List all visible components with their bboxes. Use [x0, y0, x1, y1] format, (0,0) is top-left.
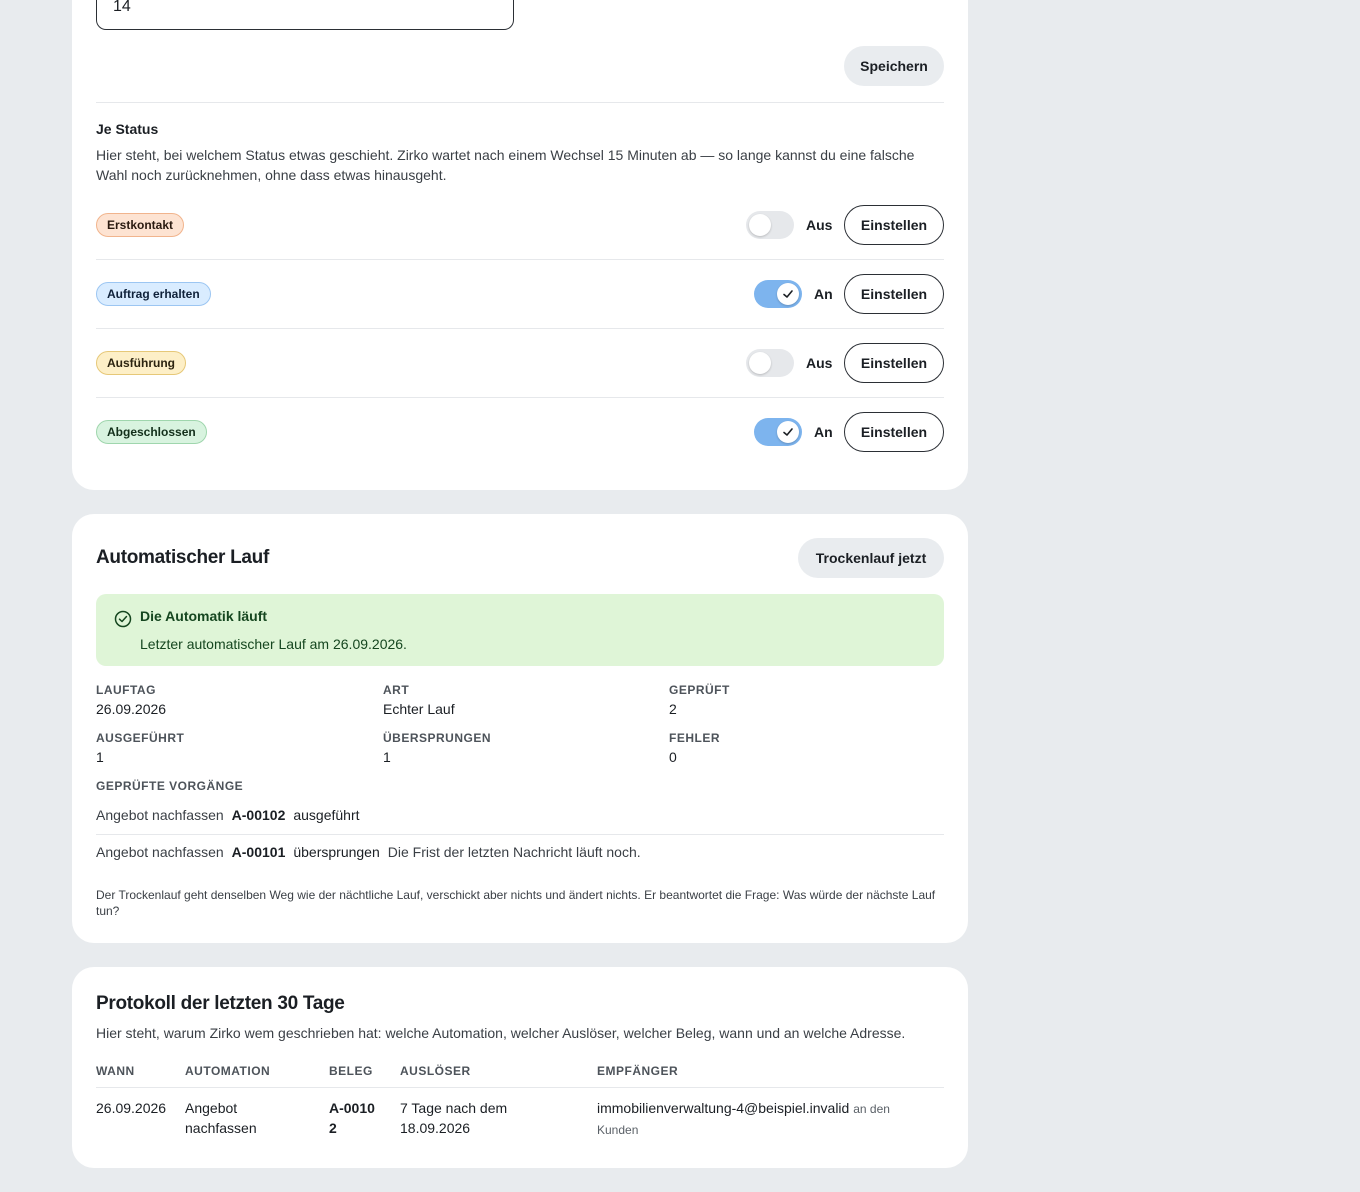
process-type: Angebot nachfassen — [96, 807, 224, 823]
column-header: AUSLÖSER — [400, 1064, 471, 1078]
process-result: übersprungen — [293, 844, 380, 860]
status-badge: Auftrag erhalten — [96, 281, 211, 306]
process-note: Die Frist der letzten Nachricht läuft no… — [387, 844, 641, 860]
section-description: Hier steht, bei welchem Status etwas ges… — [96, 147, 915, 183]
status-badge: Abgeschlossen — [96, 419, 207, 444]
configure-button[interactable]: Einstellen — [844, 411, 944, 452]
process-type: Angebot nachfassen — [96, 844, 224, 860]
cell-automation: Angebot nachfassen — [185, 1100, 257, 1136]
divider — [96, 102, 944, 103]
check-circle-icon — [114, 610, 132, 628]
column-header: EMPFÄNGER — [597, 1064, 679, 1078]
dry-run-button[interactable]: Trockenlauf jetzt — [798, 538, 944, 578]
automatic-run-card: Automatischer Lauf Trockenlauf jetzt Die… — [72, 514, 968, 943]
toggle-state-label: An — [814, 285, 833, 302]
cell-trigger: 7 Tage nach dem 18.09.2026 — [400, 1100, 508, 1136]
save-button[interactable]: Speichern — [844, 46, 944, 86]
column-header: AUTOMATION — [185, 1064, 271, 1078]
stat-label: GEPRÜFT — [669, 683, 730, 697]
stat-label: ÜBERSPRUNGEN — [383, 731, 492, 745]
list-item: Angebot nachfassen A-00101 übersprungen … — [96, 844, 944, 860]
stat-value: 1 — [383, 749, 391, 765]
section-title: Je Status — [96, 121, 159, 137]
process-id: A-00102 — [231, 807, 286, 823]
check-icon — [783, 289, 793, 298]
column-header: WANN — [96, 1064, 135, 1078]
stat-value: Echter Lauf — [383, 701, 455, 717]
stat-value: 1 — [96, 749, 104, 765]
stat-label: ART — [383, 683, 410, 697]
toggle-knob — [749, 213, 771, 236]
status-toggle[interactable] — [754, 417, 802, 446]
column-header: BELEG — [329, 1064, 373, 1078]
dry-run-footnote: Der Trockenlauf geht denselben Weg wie d… — [96, 888, 936, 918]
stat-value: 2 — [669, 701, 677, 717]
cell-document: A-00102 — [329, 1100, 375, 1136]
stat-label: LAUFTAG — [96, 683, 156, 697]
checked-processes-label: GEPRÜFTE VORGÄNGE — [96, 779, 244, 793]
cell-when: 26.09.2026 — [96, 1100, 167, 1116]
stat-value: 0 — [669, 749, 677, 765]
stat-checked: GEPRÜFT 2 — [669, 683, 730, 717]
toggle-state-label: An — [814, 423, 833, 440]
toggle-knob — [777, 420, 799, 443]
stat-skipped: ÜBERSPRUNGEN 1 — [383, 731, 491, 765]
toggle-knob — [749, 351, 771, 374]
status-alert: Die Automatik läuft Letzter automatische… — [96, 594, 944, 666]
status-row-auftrag-erhalten: Auftrag erhalten An Einstellen — [96, 259, 944, 328]
toggle-knob — [777, 282, 799, 305]
settings-card: 14 Speichern Je Status Hier steht, bei w… — [72, 0, 968, 490]
divider — [96, 1087, 944, 1088]
section-title: Protokoll der letzten 30 Tage — [96, 993, 345, 1014]
days-input[interactable]: 14 — [96, 0, 514, 30]
status-badge: Ausführung — [96, 350, 186, 375]
stat-errors: FEHLER 0 — [669, 731, 720, 765]
section-description: Hier steht, warum Zirko wem geschrieben … — [96, 1025, 906, 1041]
alert-text: Letzter automatischer Lauf am 26.09.2026… — [140, 636, 407, 652]
status-toggle[interactable] — [746, 210, 794, 239]
status-row-ausfuehrung: Ausführung Aus Einstellen — [96, 328, 944, 397]
protocol-card: Protokoll der letzten 30 Tage Hier steht… — [72, 967, 968, 1168]
toggle-state-label: Aus — [806, 216, 833, 233]
configure-button[interactable]: Einstellen — [844, 273, 944, 314]
stat-label: AUSGEFÜHRT — [96, 731, 185, 745]
alert-title: Die Automatik läuft — [140, 608, 268, 624]
stat-label: FEHLER — [669, 731, 720, 745]
process-result: ausgeführt — [293, 807, 360, 823]
stat-kind: ART Echter Lauf — [383, 683, 455, 717]
configure-button[interactable]: Einstellen — [844, 204, 944, 245]
recipient-email: immobilienverwaltung-4@beispiel.invalid — [597, 1100, 850, 1116]
list-item: Angebot nachfassen A-00102 ausgeführt — [96, 807, 944, 823]
status-row-abgeschlossen: Abgeschlossen An Einstellen — [96, 397, 944, 466]
stat-executed: AUSGEFÜHRT 1 — [96, 731, 184, 765]
status-badge: Erstkontakt — [96, 212, 185, 237]
status-toggle[interactable] — [746, 348, 794, 377]
status-row-erstkontakt: Erstkontakt Aus Einstellen — [96, 190, 944, 259]
stat-run-day: LAUFTAG 26.09.2026 — [96, 683, 166, 717]
status-toggle[interactable] — [754, 279, 802, 308]
divider — [96, 834, 944, 835]
stat-value: 26.09.2026 — [96, 701, 167, 717]
section-title: Automatischer Lauf — [96, 547, 270, 568]
process-id: A-00101 — [231, 844, 286, 860]
cell-recipient: immobilienverwaltung-4@beispiel.invalid … — [597, 1098, 927, 1140]
check-icon — [783, 427, 793, 436]
toggle-state-label: Aus — [806, 354, 833, 371]
configure-button[interactable]: Einstellen — [844, 342, 944, 383]
